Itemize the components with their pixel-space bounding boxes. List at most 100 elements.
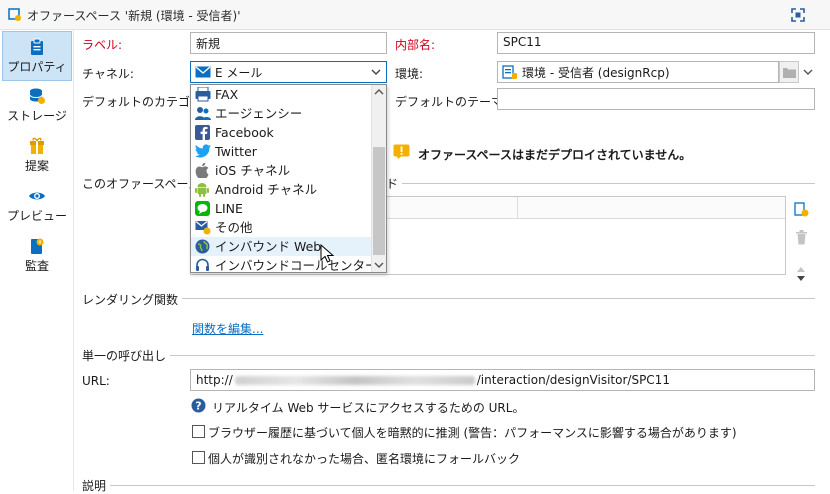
rendering-section-title: レンダリング関数: [82, 291, 183, 308]
sidebar-item-label: プレビュー: [6, 209, 67, 223]
channel-option-label: インバウンドコールセンター: [215, 258, 378, 273]
storage-icon: [29, 88, 45, 104]
list-column-divider: [517, 197, 518, 219]
apple-icon: [195, 163, 209, 178]
warning-message: オファースペースはまだデプロイされていません。: [418, 148, 692, 162]
globe-icon: [195, 239, 210, 254]
sidebar-item-label: ストレージ: [7, 109, 67, 123]
anonymous-fallback-checkbox[interactable]: [192, 451, 205, 464]
section-divider: [82, 298, 815, 299]
section-divider: [82, 485, 815, 486]
channel-option-label: エージェンシー: [215, 106, 303, 121]
environment-browse-button[interactable]: [779, 61, 799, 83]
default-category-label: デフォルトのカテゴリ:: [82, 95, 207, 109]
default-theme-input[interactable]: [497, 88, 815, 110]
audit-icon: [31, 238, 44, 254]
help-icon: ?: [191, 398, 206, 413]
line-icon: [195, 201, 210, 216]
sidebar-item-audit[interactable]: 監査: [2, 231, 72, 281]
add-item-icon[interactable]: [794, 202, 809, 218]
facebook-icon: [195, 125, 210, 140]
scroll-down-icon[interactable]: [374, 261, 384, 269]
implicit-identification-checkbox[interactable]: [192, 425, 205, 438]
channel-dropdown-list[interactable]: FAX エージェンシー Facebook Twitter iOS チャネル An…: [190, 84, 387, 273]
url-input[interactable]: http:// /interaction/designVisitor/SPC11: [190, 369, 815, 391]
mouse-cursor-icon: [320, 244, 334, 263]
environment-chevron-down-icon[interactable]: [803, 68, 813, 76]
chevron-down-icon[interactable]: [371, 68, 381, 76]
warning-icon: [393, 144, 410, 159]
preview-icon: [29, 192, 45, 200]
android-icon: [195, 183, 209, 197]
label-input[interactable]: 新規: [190, 32, 387, 54]
channel-select-value: E メール: [215, 66, 263, 80]
fax-icon: [195, 87, 211, 102]
maximize-icon[interactable]: [790, 7, 806, 23]
channel-option-label: Android チャネル: [215, 182, 318, 197]
edit-functions-link[interactable]: 関数を編集...: [192, 320, 263, 337]
title-bar: オファースペース '新規 (環境 - 受信者)': [0, 0, 830, 30]
channel-option-ios[interactable]: iOS チャネル: [191, 161, 371, 180]
svg-text:?: ?: [195, 400, 201, 413]
channel-option-label: Twitter: [215, 144, 257, 159]
environment-input[interactable]: 環境 - 受信者 (designRcp): [497, 61, 779, 83]
url-label: URL:: [82, 374, 110, 388]
channel-option-android[interactable]: Android チャネル: [191, 180, 371, 199]
url-redacted-host: [234, 376, 475, 385]
channel-option-inbound-call-center[interactable]: インバウンドコールセンター: [191, 256, 378, 272]
internal-name-label: 内部名:: [395, 38, 436, 52]
sidebar-item-properties[interactable]: プロパティ: [2, 31, 72, 81]
single-call-section-title: 単一の呼び出し: [82, 347, 171, 364]
sidebar-item-preview[interactable]: プレビュー: [2, 181, 72, 231]
properties-icon: [31, 38, 43, 55]
window-title: オファースペース '新規 (環境 - 受信者)': [27, 9, 241, 23]
offer-space-icon: [8, 8, 21, 21]
default-theme-label: デフォルトのテーマ:: [395, 95, 508, 109]
channel-option-twitter[interactable]: Twitter: [191, 142, 371, 161]
channel-option-line[interactable]: LINE: [191, 199, 371, 218]
section-divider: [82, 355, 815, 356]
delete-icon[interactable]: [795, 230, 808, 245]
channel-option-fax[interactable]: FAX: [191, 85, 371, 104]
label-field-label: ラベル:: [82, 38, 123, 52]
sidebar-item-proposition[interactable]: 提案: [2, 131, 72, 181]
implicit-identification-label: ブラウザー履歴に基づいて個人を暗黙的に推測 (警告：パフォーマンスに影響する場合…: [208, 426, 737, 440]
channel-option-label: Facebook: [215, 125, 274, 140]
channel-option-label: その他: [215, 220, 253, 235]
sidebar-item-storage[interactable]: ストレージ: [2, 81, 72, 131]
environment-icon: [502, 65, 517, 79]
sidebar: プロパティ ストレージ 提案 プレビュー 監査: [0, 30, 74, 491]
internal-name-input[interactable]: SPC11: [497, 32, 815, 54]
environment-value: 環境 - 受信者 (designRcp): [522, 66, 670, 80]
sidebar-item-label: 提案: [24, 159, 49, 173]
url-prefix: http://: [196, 373, 233, 387]
dropdown-scrollbar-thumb[interactable]: [373, 147, 385, 255]
headset-icon: [196, 258, 209, 271]
channel-option-other[interactable]: その他: [191, 218, 371, 237]
environment-label: 環境:: [395, 67, 424, 81]
channel-option-label: インバウンド Web: [215, 239, 322, 254]
url-help-text: リアルタイム Web サービスにアクセスするための URL。: [212, 401, 525, 415]
agency-icon: [195, 107, 211, 120]
sidebar-item-label: プロパティ: [7, 60, 67, 74]
sort-arrows-icon[interactable]: [796, 266, 806, 282]
description-section-title: 説明: [82, 477, 111, 494]
channel-option-label: LINE: [215, 201, 243, 216]
channel-option-agency[interactable]: エージェンシー: [191, 104, 371, 123]
channel-option-facebook[interactable]: Facebook: [191, 123, 371, 142]
folder-icon: [783, 68, 796, 78]
scroll-up-icon[interactable]: [374, 88, 384, 96]
channel-option-label: iOS チャネル: [215, 163, 291, 178]
offerspace-section-title-tail: ド: [386, 175, 403, 192]
url-suffix: /interaction/designVisitor/SPC11: [476, 373, 670, 387]
other-icon: [195, 221, 211, 235]
email-icon: [195, 66, 211, 78]
proposition-icon: [30, 137, 44, 154]
channel-label: チャネル:: [82, 67, 134, 81]
channel-option-inbound-web[interactable]: インバウンド Web: [191, 237, 371, 256]
twitter-icon: [195, 144, 211, 158]
sidebar-item-label: 監査: [24, 259, 49, 273]
channel-select[interactable]: E メール: [190, 61, 387, 83]
anonymous-fallback-label: 個人が識別されなかった場合、匿名環境にフォールバック: [208, 452, 521, 466]
channel-option-label: FAX: [215, 87, 239, 102]
